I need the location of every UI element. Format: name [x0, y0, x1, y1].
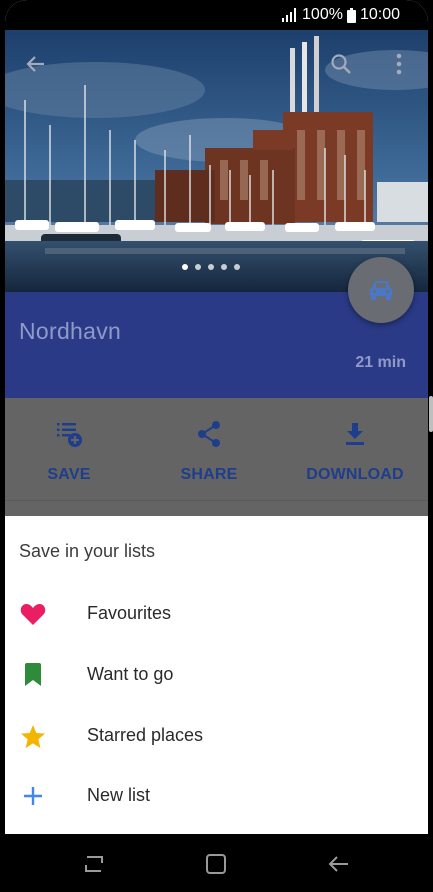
back-button[interactable] — [21, 50, 49, 78]
travel-time: 21 min — [355, 354, 406, 371]
pager-dot — [208, 264, 214, 270]
divider — [5, 500, 428, 501]
back-icon — [328, 856, 348, 872]
list-item-want-to-go[interactable]: Want to go — [5, 647, 428, 703]
share-action-label: SHARE — [180, 466, 238, 483]
more-options-button[interactable] — [385, 50, 413, 78]
list-item-label: New list — [87, 785, 151, 805]
place-photo[interactable] — [5, 30, 428, 292]
star-icon — [21, 724, 45, 748]
signal-icon — [282, 8, 297, 22]
back-nav-button[interactable] — [324, 850, 352, 878]
car-icon — [370, 281, 392, 300]
sheet-title: Save in your lists — [19, 541, 156, 561]
list-item-starred-places[interactable]: Starred places — [5, 708, 428, 764]
battery-percent: 100% — [302, 6, 343, 23]
list-item-label: Starred places — [87, 725, 204, 745]
status-bar: 100% 10:00 — [5, 0, 428, 30]
phone-screen: 100% 10:00 Nordhavn 21 min SAVE SHARE DO… — [5, 0, 428, 892]
system-nav-bar — [0, 834, 433, 892]
list-item-label: Want to go — [87, 664, 174, 684]
battery-icon — [346, 7, 356, 23]
photo-pager — [182, 264, 240, 270]
more-vert-icon — [396, 53, 402, 75]
place-name: Nordhavn — [19, 318, 122, 344]
bookmark-icon — [25, 663, 41, 686]
list-item-favourites[interactable]: Favourites — [5, 586, 428, 642]
clock: 10:00 — [359, 6, 400, 23]
recent-apps-button[interactable] — [80, 850, 108, 878]
home-icon — [206, 854, 226, 874]
search-icon — [331, 54, 351, 74]
pager-dot — [182, 264, 188, 270]
heart-icon — [20, 604, 46, 625]
pager-dot — [221, 264, 227, 270]
search-button[interactable] — [327, 50, 355, 78]
list-item-label: Favourites — [87, 603, 172, 623]
share-action-button[interactable]: SHARE — [149, 418, 269, 484]
arrow-back-icon — [26, 56, 44, 72]
download-action-label: DOWNLOAD — [306, 466, 404, 483]
action-bar: SAVE SHARE DOWNLOAD — [5, 398, 428, 516]
side-key — [429, 396, 433, 432]
list-item-new-list[interactable]: New list — [5, 768, 428, 824]
harbour-photo — [5, 30, 428, 292]
download-icon — [346, 423, 364, 445]
directions-button[interactable] — [348, 257, 414, 323]
playlist-add-icon — [57, 423, 82, 447]
pager-dot — [234, 264, 240, 270]
download-action-button[interactable]: DOWNLOAD — [295, 418, 415, 484]
pager-dot — [195, 264, 201, 270]
home-button[interactable] — [202, 850, 230, 878]
save-action-button[interactable]: SAVE — [9, 418, 129, 484]
save-lists-sheet: Save in your lists Favourites Want to go — [5, 516, 428, 834]
save-action-label: SAVE — [47, 466, 91, 483]
plus-icon — [24, 787, 42, 805]
share-icon — [198, 421, 220, 447]
recent-apps-icon — [85, 856, 103, 872]
